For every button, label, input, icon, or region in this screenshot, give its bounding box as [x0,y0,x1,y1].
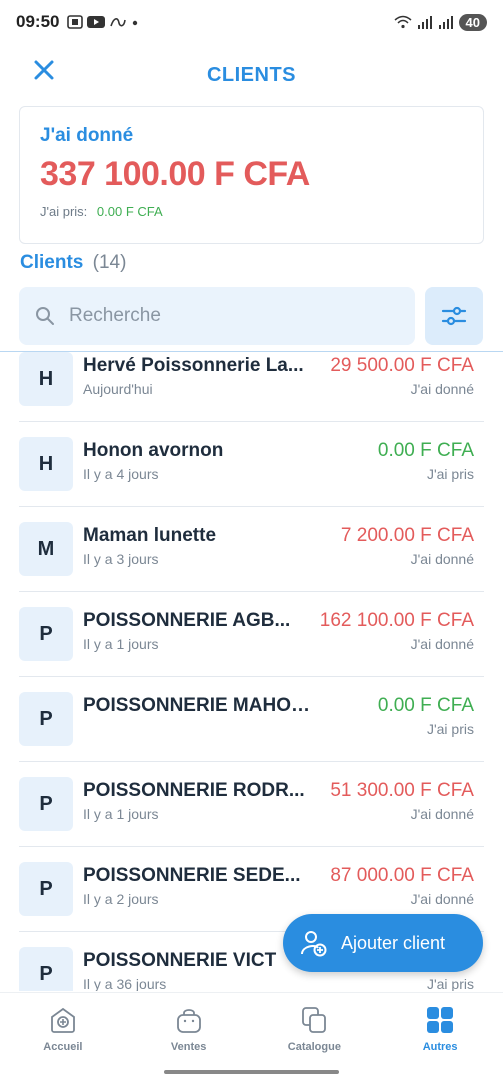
youtube-icon [87,16,106,28]
client-row[interactable]: P POISSONNERIE RODR... Il y a 1 jours 51 30… [19,762,484,847]
nav-label-ventes: Ventes [170,1041,207,1053]
wifi-icon [394,15,412,29]
search-box[interactable] [19,287,415,345]
client-row[interactable]: P POISSONNERIE MAHOUGN... 0.00 F CFA J'ai p… [19,677,484,762]
client-avatar: P [19,777,73,831]
screenshot-icon [67,15,84,29]
client-avatar: M [19,522,73,576]
home-icon [50,1007,75,1033]
client-type: J'ai pris [426,466,474,482]
client-name: Maman lunette [83,525,217,546]
summary-label: J'ai donné [40,125,134,146]
client-date: Il y a 3 jours [83,551,159,567]
client-amount: 7 200.00 F CFA [340,525,474,546]
summary-amount: 337 100.00 F CFA [40,155,310,193]
close-icon[interactable] [30,56,58,84]
client-avatar: H [19,437,73,491]
client-type: J'ai donné [410,381,474,397]
bag-icon [176,1009,201,1033]
client-name: POISSONNERIE AGB... [83,610,291,631]
client-list: H Hervé Poissonnerie La... Aujourd'hui 29 5… [0,352,503,991]
client-name: POISSONNERIE SEDE... [83,865,301,886]
client-list-viewport[interactable]: H Hervé Poissonnerie La... Aujourd'hui 29 5… [0,351,503,991]
client-avatar: P [19,947,73,991]
client-type: J'ai donné [410,636,474,652]
client-amount: 51 300.00 F CFA [330,780,474,801]
app-header: CLIENTS [0,50,503,100]
client-avatar: P [19,692,73,746]
grid-icon [427,1007,454,1033]
client-date: Il y a 4 jours [83,466,159,482]
status-bar: 09:50 40 [0,0,503,44]
client-date: Il y a 1 jours [83,636,159,652]
nav-label-accueil: Accueil [43,1041,83,1053]
status-right: 40 [394,13,487,31]
client-date: Aujourd'hui [83,381,153,397]
client-row[interactable]: H Hervé Poissonnerie La... Aujourd'hui 29 5… [19,352,484,422]
nav-label-autres: Autres [422,1041,458,1053]
client-name: Hervé Poissonnerie La... [83,355,304,376]
nav-item-autres[interactable]: Autres [377,993,503,1080]
summary-sub-label: J'ai pris: [40,204,88,219]
nav-item-accueil[interactable]: Accueil [0,993,126,1080]
nav-item-ventes[interactable]: Ventes [126,993,252,1080]
client-date: Il y a 1 jours [83,806,159,822]
battery-indicator: 40 [458,13,487,31]
client-row[interactable]: P POISSONNERIE AGB... Il y a 1 jours 162 10… [19,592,484,677]
clients-heading-label: Clients [20,252,84,273]
bottom-nav: Accueil Ventes Catalogue Autres [0,992,503,1080]
add-client-label: Ajouter client [341,932,446,953]
client-type: J'ai donné [410,806,474,822]
client-row[interactable]: H Honon avornon Il y a 4 jours 0.00 F CFA J'… [19,422,484,507]
signal-icon [417,16,432,29]
filter-button[interactable] [425,287,483,345]
client-avatar: H [19,352,73,406]
client-date: Il y a 2 jours [83,891,159,907]
nav-label-catalogue: Catalogue [287,1041,341,1053]
client-row[interactable]: M Maman lunette Il y a 3 jours 7 200.00 F C… [19,507,484,592]
summary-sub: J'ai pris: 0.00 F CFA [40,204,463,219]
client-amount: 0.00 F CFA [377,695,474,716]
add-client-button[interactable]: Ajouter client [283,914,483,972]
signal-icon-2 [438,16,453,29]
client-amount: 162 100.00 F CFA [319,610,474,631]
client-type: J'ai pris [426,976,474,991]
search-icon [36,307,54,325]
status-notification-icons [67,15,139,29]
catalog-icon [302,1007,327,1033]
status-time: 09:50 [16,12,60,31]
dot-icon [133,20,138,26]
page-title: CLIENTS [206,63,297,86]
app-icon [110,18,127,27]
clients-count: (14) [92,252,127,273]
client-avatar: P [19,607,73,661]
client-avatar: P [19,862,73,916]
client-amount: 0.00 F CFA [377,440,474,461]
client-date: Il y a 36 jours [83,976,167,991]
clients-heading: Clients (14) [20,252,126,274]
client-amount: 87 000.00 F CFA [330,865,474,886]
nav-item-catalogue[interactable]: Catalogue [252,993,378,1080]
add-user-icon [301,931,327,957]
client-type: J'ai donné [410,551,474,567]
search-input[interactable] [69,305,369,327]
client-type: J'ai donné [410,891,474,907]
client-name: POISSONNERIE RODR... [83,780,305,801]
client-name: Honon avornon [83,440,224,461]
client-type: J'ai pris [426,721,474,737]
client-name: POISSONNERIE MAHOUGN... [83,695,323,716]
summary-card: J'ai donné 337 100.00 F CFA J'ai pris: 0… [19,106,484,244]
home-indicator[interactable] [164,1070,339,1074]
filter-sliders-icon [441,306,467,326]
client-amount: 29 500.00 F CFA [330,355,474,376]
summary-sub-value: 0.00 F CFA [96,204,163,219]
